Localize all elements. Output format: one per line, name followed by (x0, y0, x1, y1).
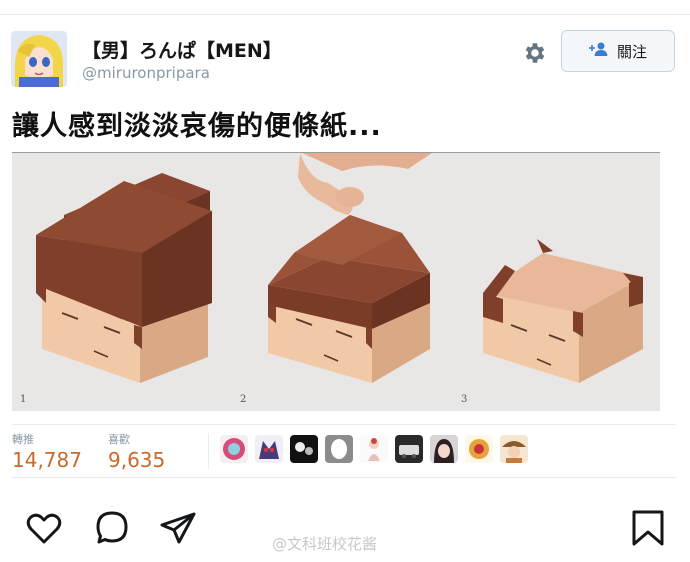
like-stat[interactable]: 喜歡 9,635 (108, 431, 165, 472)
tweet-text: 讓人感到淡淡哀傷的便條紙... (12, 111, 382, 142)
watermark: @文科班校花酱 (272, 535, 378, 553)
share-icon[interactable] (158, 508, 198, 548)
liker-avatar[interactable] (255, 435, 283, 463)
liker-avatar[interactable] (395, 435, 423, 463)
gear-icon[interactable] (522, 40, 548, 66)
liker-avatar[interactable] (360, 435, 388, 463)
liker-avatar[interactable] (325, 435, 353, 463)
user-handle[interactable]: @miruronpripara (82, 64, 210, 82)
panel-number: 3 (461, 394, 468, 405)
retweet-stat[interactable]: 轉推 14,787 (12, 431, 82, 472)
liker-avatar[interactable] (220, 435, 248, 463)
follow-label: 關注 (616, 42, 647, 61)
likes-count: 9,635 (108, 448, 166, 472)
liker-avatar[interactable] (500, 435, 528, 463)
media-panel-2: 2 (232, 153, 451, 411)
bookmark-icon[interactable] (628, 508, 668, 548)
panel-number: 1 (20, 394, 27, 405)
media-panel-1: 1 (12, 153, 230, 411)
retweets-count: 14,787 (12, 448, 82, 472)
stats-divider (208, 433, 209, 469)
person-plus-icon (588, 41, 609, 61)
heart-icon[interactable] (24, 508, 64, 548)
liker-avatar[interactable] (465, 435, 493, 463)
liker-avatar[interactable] (290, 435, 318, 463)
user-avatar[interactable] (11, 31, 67, 87)
tweet-stats: 轉推 14,787 喜歡 9,635 (12, 424, 676, 478)
top-divider (0, 14, 690, 15)
follow-button[interactable]: 關注 (561, 30, 675, 72)
display-name[interactable]: 【男】ろんぱ【MEN】 (82, 36, 282, 63)
retweets-label: 轉推 (12, 433, 34, 446)
liker-avatar[interactable] (430, 435, 458, 463)
media-panel-3: 3 (453, 153, 660, 411)
tweet-media[interactable]: 1 2 3 (12, 152, 660, 411)
panel-number: 2 (240, 394, 247, 405)
likes-label: 喜歡 (108, 433, 130, 446)
reply-icon[interactable] (92, 508, 132, 548)
